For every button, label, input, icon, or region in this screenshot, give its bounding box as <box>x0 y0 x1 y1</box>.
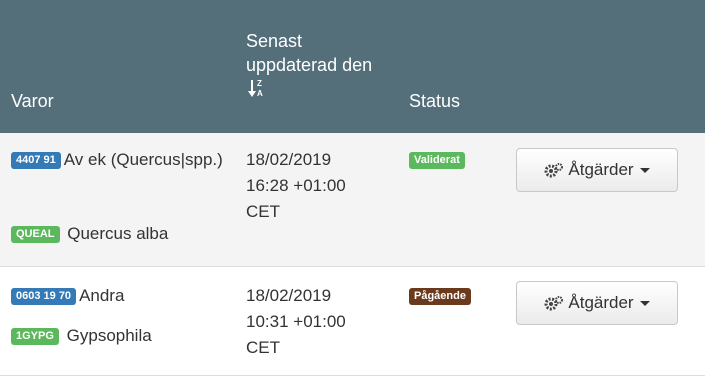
table-row: 0603 19 70 Andra 1GYPG Gypsophila 18/02/2… <box>0 267 705 376</box>
last-updated-cell: 18/02/2019 16:28 +01:00 CET <box>246 147 346 225</box>
updated-date: 18/02/2019 <box>246 150 332 169</box>
status-badge: Validerat <box>409 152 465 169</box>
column-header-goods: Varor <box>11 91 54 111</box>
results-table: Varor Senast uppdaterad den Z A Status 4… <box>0 0 705 377</box>
species-name: Quercus alba <box>67 224 169 243</box>
svg-text:Z: Z <box>257 79 262 88</box>
cogs-icon <box>544 296 564 311</box>
sort-alpha-desc-icon[interactable]: Z A <box>248 78 264 98</box>
commodity-description: Andra <box>79 286 125 305</box>
goods-cell: 4407 91 Av ek (Quercus|spp.) <box>11 147 231 173</box>
actions-label: Åtgärder <box>568 160 634 179</box>
species-code-badge: 1GYPG <box>11 328 59 345</box>
table-header: Varor Senast uppdaterad den Z A Status <box>0 0 705 133</box>
updated-timezone: CET <box>246 202 280 221</box>
updated-time: 16:28 +01:00 <box>246 176 346 195</box>
status-cell: Pågående <box>409 283 474 309</box>
updated-timezone: CET <box>246 338 280 357</box>
updated-time: 10:31 +01:00 <box>246 312 346 331</box>
commodity-code-badge: 0603 19 70 <box>11 288 77 305</box>
svg-text:A: A <box>257 89 263 98</box>
status-badge: Pågående <box>409 288 471 305</box>
cogs-icon <box>544 163 564 178</box>
column-header-last-updated-label: Senast uppdaterad den <box>246 31 373 75</box>
actions-dropdown-button[interactable]: Åtgärder <box>516 281 678 325</box>
species-cell: QUEAL Quercus alba <box>11 221 168 247</box>
updated-date: 18/02/2019 <box>246 286 332 305</box>
caret-down-icon <box>639 300 650 306</box>
species-name: Gypsophila <box>66 326 152 345</box>
table-row: 4407 91 Av ek (Quercus|spp.) QUEAL Quercu… <box>0 133 705 267</box>
goods-cell: 0603 19 70 Andra <box>11 283 124 309</box>
actions-label: Åtgärder <box>568 293 634 312</box>
commodity-description: Av ek (Quercus|spp.) <box>63 150 223 169</box>
species-cell: 1GYPG Gypsophila <box>11 323 152 349</box>
commodity-code-badge: 4407 91 <box>11 152 61 169</box>
last-updated-cell: 18/02/2019 10:31 +01:00 CET <box>246 283 346 361</box>
column-header-status: Status <box>409 91 461 111</box>
column-header-last-updated[interactable]: Senast uppdaterad den Z A <box>246 29 386 101</box>
actions-dropdown-button[interactable]: Åtgärder <box>516 148 678 192</box>
status-cell: Validerat <box>409 147 468 173</box>
caret-down-icon <box>639 167 650 173</box>
species-code-badge: QUEAL <box>11 226 60 243</box>
